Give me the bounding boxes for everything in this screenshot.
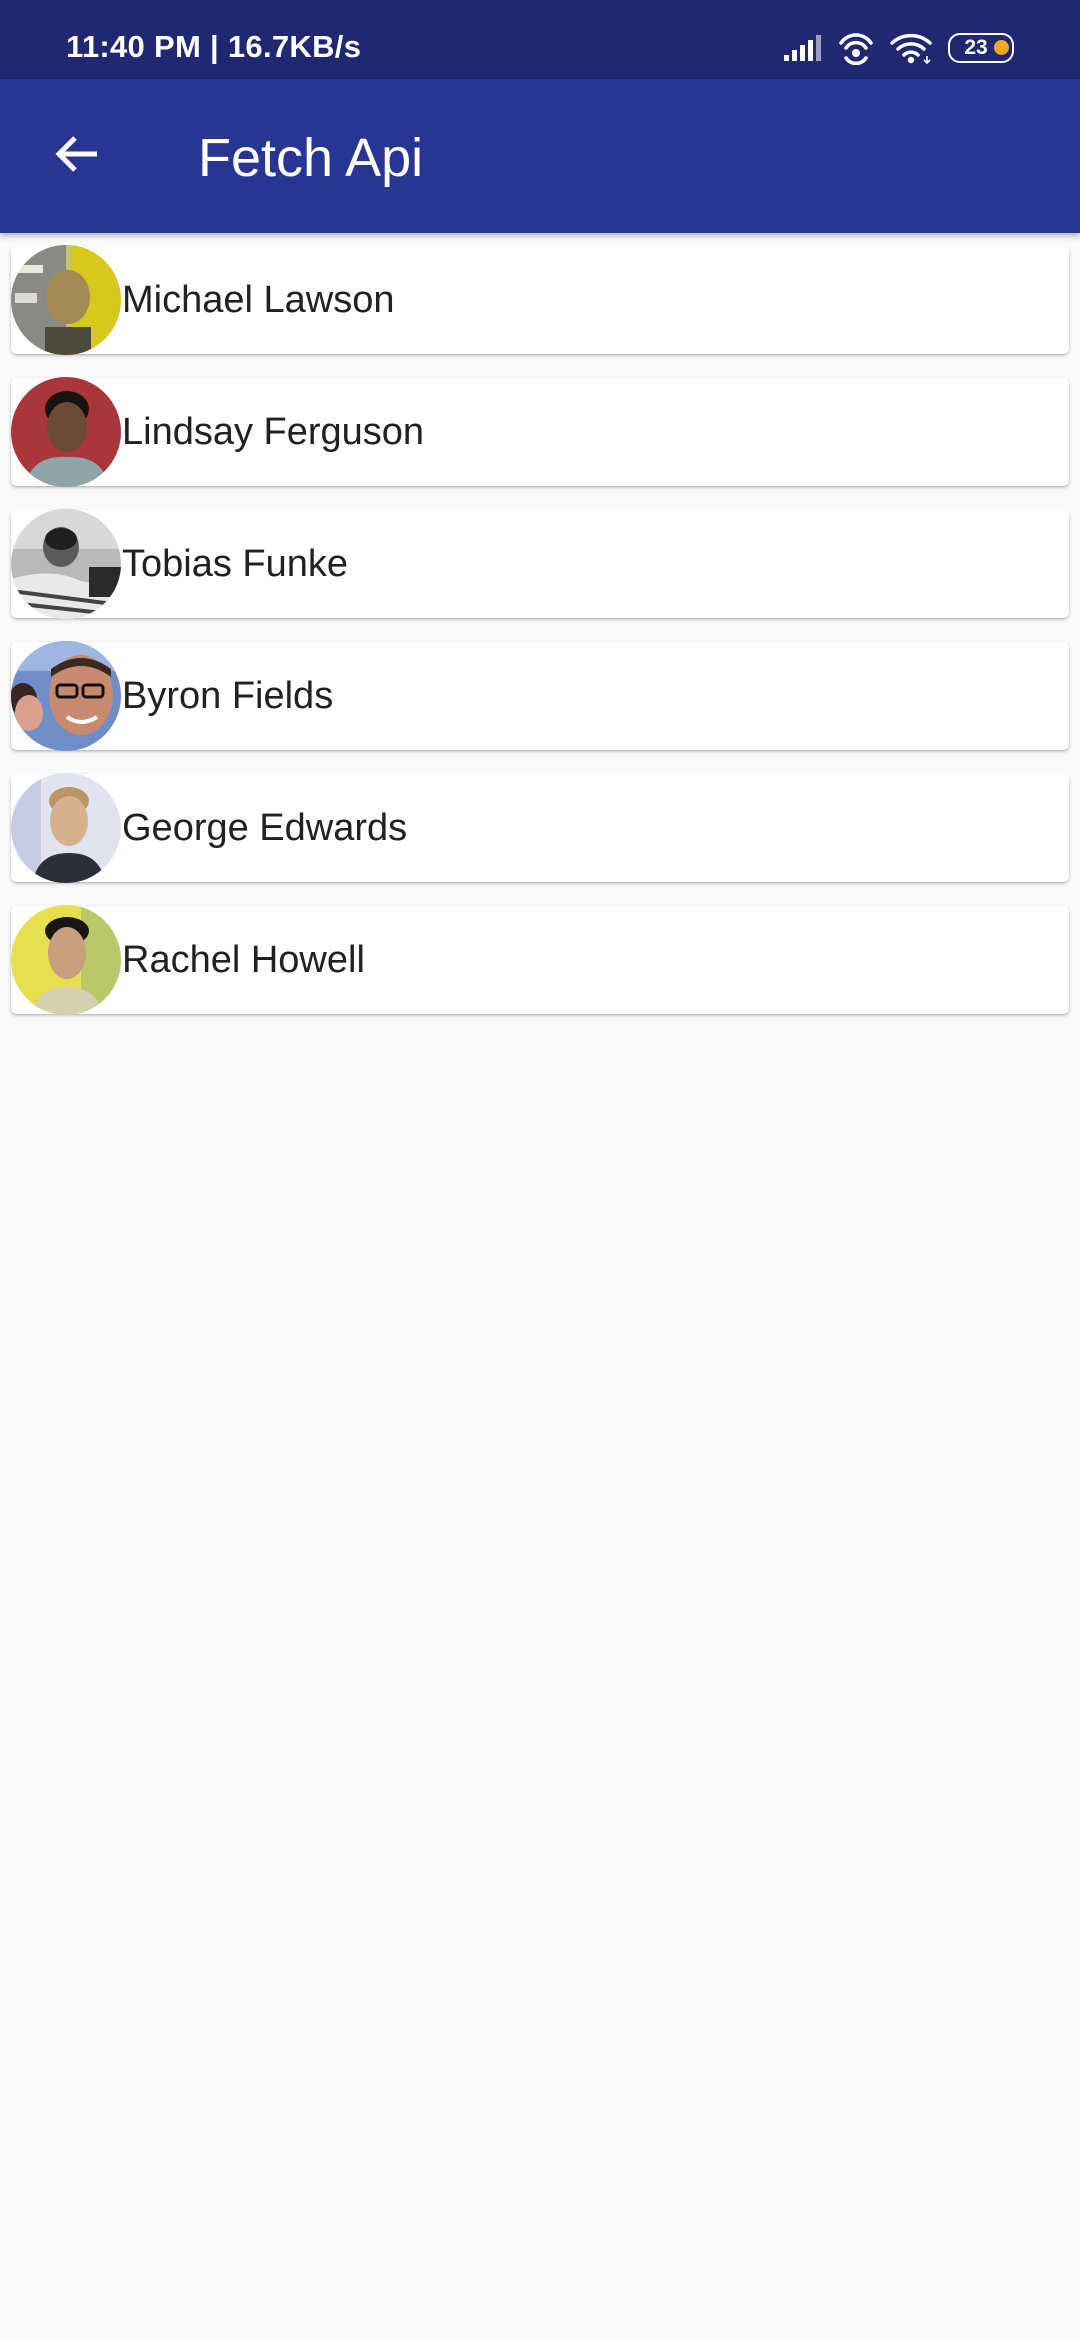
wifi-icon — [890, 32, 932, 64]
user-name: Tobias Funke — [122, 543, 349, 585]
battery-charging-dot — [994, 40, 1009, 55]
user-name: George Edwards — [122, 807, 408, 849]
arrow-back-icon — [53, 130, 101, 183]
user-card-tobias-funke[interactable]: Tobias Funke — [11, 509, 1069, 619]
status-icons: 23 — [782, 30, 1014, 66]
avatar — [11, 245, 121, 355]
battery-icon: 23 — [948, 33, 1014, 63]
user-name: Byron Fields — [122, 675, 334, 717]
user-card-rachel-howell[interactable]: Rachel Howell — [11, 905, 1069, 1015]
avatar — [11, 905, 121, 1015]
avatar — [11, 509, 121, 619]
avatar — [11, 773, 121, 883]
battery-level: 23 — [964, 36, 988, 59]
signal-icon — [782, 33, 822, 63]
avatar — [11, 641, 121, 751]
user-name: Michael Lawson — [122, 279, 395, 321]
app-bar: Fetch Api — [0, 79, 1080, 233]
user-card-byron-fields[interactable]: Byron Fields — [11, 641, 1069, 751]
user-card-lindsay-ferguson[interactable]: Lindsay Ferguson — [11, 377, 1069, 487]
status-time-speed: 11:40 PM | 16.7KB/s — [66, 29, 362, 64]
page-title: Fetch Api — [198, 128, 424, 188]
user-card-michael-lawson[interactable]: Michael Lawson — [11, 245, 1069, 355]
user-name: Rachel Howell — [122, 939, 365, 981]
user-card-george-edwards[interactable]: George Edwards — [11, 773, 1069, 883]
avatar — [11, 377, 121, 487]
status-bar: 11:40 PM | 16.7KB/s 23 — [0, 0, 1080, 79]
hotspot-icon — [838, 31, 874, 65]
user-name: Lindsay Ferguson — [122, 411, 425, 453]
back-button[interactable] — [38, 117, 116, 195]
